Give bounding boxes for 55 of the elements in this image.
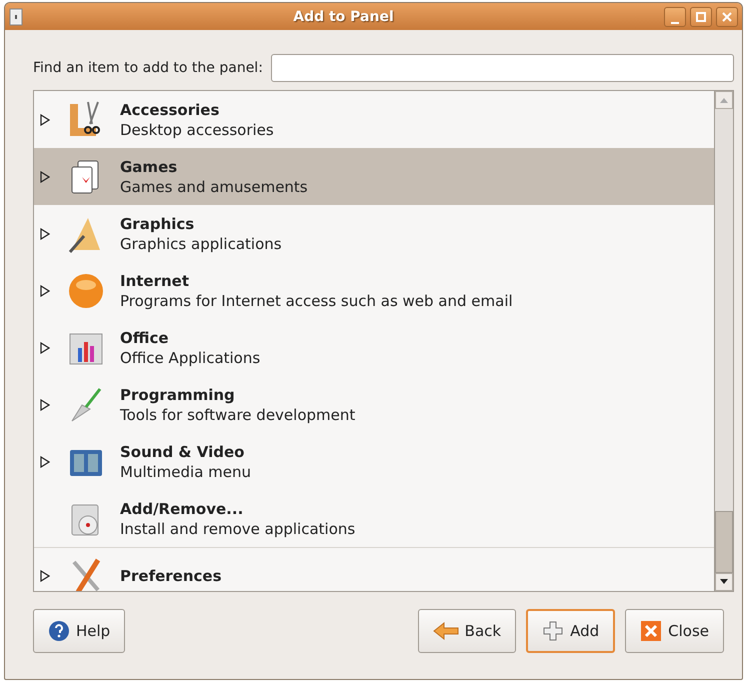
maximize-icon — [696, 12, 706, 22]
item-title: Programming — [120, 386, 236, 404]
plus-icon — [542, 620, 564, 642]
close-button[interactable] — [716, 6, 738, 26]
expander-icon[interactable] — [40, 456, 50, 468]
list-item[interactable]: Add/Remove... Install and remove applications — [34, 490, 714, 547]
list-item[interactable]: Graphics Graphics applications — [34, 205, 714, 262]
list-item[interactable]: Accessories Desktop accessories — [34, 91, 714, 148]
item-title: Preferences — [120, 567, 222, 585]
item-title: Sound & Video — [120, 442, 246, 460]
item-title: Internet — [120, 272, 190, 290]
list-item[interactable]: Games Games and amusements — [34, 148, 714, 205]
left-arrow-icon — [432, 621, 459, 641]
minimize-icon — [671, 22, 679, 24]
item-description: Desktop accessories — [120, 120, 274, 138]
item-description: Programs for Internet access such as web and email — [120, 292, 513, 310]
expander-icon[interactable] — [40, 342, 50, 354]
close-button[interactable]: Close — [625, 609, 724, 653]
close-icon — [722, 12, 732, 22]
list-item[interactable]: Preferences — [34, 547, 714, 591]
item-description: Install and remove applications — [120, 520, 356, 538]
item-description: Office Applications — [120, 348, 260, 366]
list-item[interactable]: Internet Programs for Internet access such as web and email — [34, 262, 714, 319]
maximize-button[interactable] — [690, 6, 712, 26]
scroll-thumb[interactable] — [715, 511, 733, 573]
help-icon — [48, 620, 70, 642]
add-button[interactable]: Add — [526, 609, 616, 653]
item-description: Games and amusements — [120, 178, 308, 196]
item-description: Tools for software development — [120, 406, 356, 424]
search-label: Find an item to add to the panel: — [33, 60, 263, 76]
back-button[interactable]: Back — [418, 609, 516, 653]
expander-icon[interactable] — [40, 398, 50, 410]
help-button[interactable]: Help — [33, 609, 126, 653]
expander-icon[interactable] — [40, 570, 50, 582]
search-field[interactable] — [270, 54, 734, 82]
item-title: Office — [120, 328, 170, 346]
expander-icon[interactable] — [40, 284, 50, 296]
close-icon — [640, 620, 662, 642]
item-description: Multimedia menu — [120, 462, 252, 480]
item-title: Games — [120, 158, 178, 176]
list-item[interactable]: Programming Tools for software development — [34, 376, 714, 433]
item-title: Add/Remove... — [120, 500, 244, 518]
item-description: Graphics applications — [120, 234, 282, 252]
scroll-down-icon[interactable] — [720, 579, 728, 585]
list-item[interactable]: Sound & Video Multimedia menu — [34, 433, 714, 490]
window-menu-icon — [9, 8, 23, 26]
item-title: Accessories — [120, 100, 220, 118]
expander-icon[interactable] — [40, 170, 50, 182]
scrollbar[interactable] — [714, 91, 733, 591]
list-item[interactable]: Office Office Applications — [34, 319, 714, 376]
item-title: Graphics — [120, 214, 196, 232]
expander-icon[interactable] — [40, 114, 50, 126]
expander-icon[interactable] — [40, 228, 50, 240]
window-title: Add to Panel — [292, 8, 395, 24]
minimize-button[interactable] — [664, 6, 686, 26]
